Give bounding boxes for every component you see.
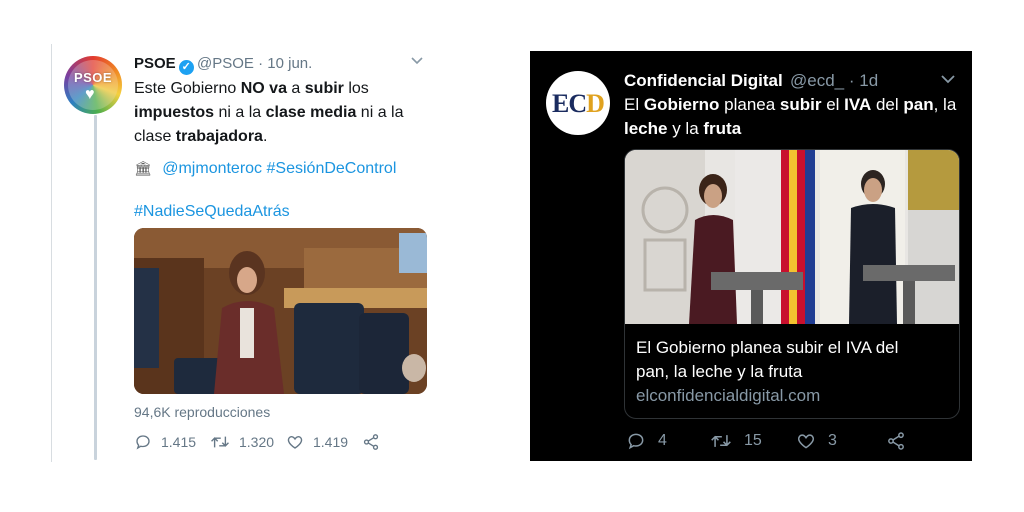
press-scene (625, 150, 959, 324)
share-icon (363, 434, 379, 450)
like-button[interactable]: 3 (796, 431, 837, 451)
video-thumbnail[interactable] (134, 228, 427, 394)
heart-icon (797, 434, 815, 449)
logo-main: EC (552, 89, 587, 118)
logo-accent: D (586, 89, 605, 118)
like-count: 3 (828, 432, 837, 449)
text-segment: planea (719, 95, 780, 114)
card-title: El Gobierno planea subir el IVA del pan,… (636, 338, 899, 381)
text-segment: del (871, 95, 904, 114)
tweet-date[interactable]: 1d (859, 71, 878, 90)
retweet-icon (711, 435, 731, 447)
author-handle[interactable]: @ecd_ (790, 71, 844, 90)
tweet-text: El Gobierno planea subir el IVA del pan,… (624, 93, 964, 141)
parliament-scene-image (134, 228, 427, 394)
mention-link[interactable]: @mjmonteroc (162, 160, 262, 177)
retweet-button[interactable]: 1.320 (210, 433, 274, 451)
tweet-meta: @ecd_ · 1d (790, 71, 878, 91)
tweet-date[interactable]: 10 jun. (267, 55, 312, 72)
bold-text-segment: subir (779, 95, 822, 114)
tweet-text: Este Gobierno NO va a subir los impuesto… (134, 77, 434, 149)
text-segment: Este Gobierno (134, 80, 241, 97)
institution-icon: 🏛 (134, 160, 152, 176)
reply-icon (628, 433, 644, 450)
chevron-down-icon[interactable] (410, 54, 424, 68)
bold-text-segment: leche (624, 119, 668, 138)
reply-icon (136, 435, 150, 450)
psoe-avatar[interactable]: PSOE ♥ (64, 56, 122, 114)
meta-separator: · (258, 55, 264, 72)
thread-line (94, 115, 97, 460)
text-segment: ni a la (214, 104, 266, 121)
retweet-count: 15 (744, 432, 762, 449)
text-segment: El (624, 95, 644, 114)
text-segment: a (286, 80, 305, 97)
chevron-down-icon[interactable] (940, 71, 956, 87)
share-button[interactable] (886, 431, 918, 451)
like-count: 1.419 (313, 434, 349, 450)
heart-icon (287, 436, 303, 449)
display-name[interactable]: Confidencial Digital (624, 71, 783, 91)
share-button[interactable] (362, 433, 389, 451)
card-domain: elconfidencialdigital.com (636, 386, 821, 405)
psoe-logo-text: PSOE (73, 70, 113, 85)
mention-line: 🏛 @mjmonteroc #SesiónDeControl (134, 160, 396, 178)
bold-text-segment: NO va (240, 80, 287, 97)
column-divider (51, 44, 52, 462)
verified-badge-icon: ✓ (178, 60, 194, 75)
meta-separator: · (848, 71, 855, 90)
bold-text-segment: Gobierno (643, 95, 720, 114)
reply-count: 1.415 (161, 434, 197, 450)
bold-text-segment: IVA (844, 95, 872, 114)
display-name[interactable]: PSOE (134, 55, 176, 72)
reply-button[interactable]: 4 (626, 431, 667, 451)
retweet-count: 1.320 (239, 434, 275, 450)
reply-count: 4 (658, 432, 667, 449)
text-segment: los (343, 80, 369, 97)
bold-text-segment: pan (903, 95, 934, 114)
heart-logo-icon: ♥ (85, 86, 95, 103)
author-name[interactable]: PSOE ✓ (134, 55, 194, 75)
author-handle[interactable]: @PSOE (197, 55, 254, 72)
ecd-tweet[interactable]: ECD Confidencial Digital @ecd_ · 1d El G… (530, 51, 972, 461)
text-segment: y la (667, 119, 704, 138)
link-preview-card[interactable]: El Gobierno planea subir el IVA del pan,… (624, 149, 960, 419)
ecd-logo: ECD (546, 89, 610, 119)
bold-text-segment: clase media (265, 104, 357, 121)
reply-button[interactable]: 1.415 (134, 433, 196, 451)
tweet-meta: @PSOE · 10 jun. (197, 55, 312, 72)
text-segment: . (262, 128, 268, 145)
text-segment: el (821, 95, 845, 114)
share-icon (888, 432, 904, 450)
ecd-avatar[interactable]: ECD (546, 71, 610, 135)
hashtag-link[interactable]: #SesiónDeControl (267, 160, 397, 177)
text-segment: , la (933, 95, 957, 114)
bold-text-segment: impuestos (134, 104, 215, 121)
bold-text-segment: subir (304, 80, 344, 97)
bold-text-segment: fruta (703, 119, 742, 138)
retweet-button[interactable]: 15 (710, 431, 762, 451)
like-button[interactable]: 1.419 (286, 433, 348, 451)
view-count: 94,6K reproducciones (134, 404, 271, 420)
hashtag-link[interactable]: #NadieSeQuedaAtrás (134, 203, 290, 221)
bold-text-segment: trabajadora (175, 128, 263, 145)
psoe-tweet[interactable]: PSOE ♥ PSOE ✓ @PSOE · 10 jun. Este Gobier… (0, 0, 470, 512)
retweet-icon (211, 436, 229, 448)
press-conference-image (625, 150, 959, 324)
